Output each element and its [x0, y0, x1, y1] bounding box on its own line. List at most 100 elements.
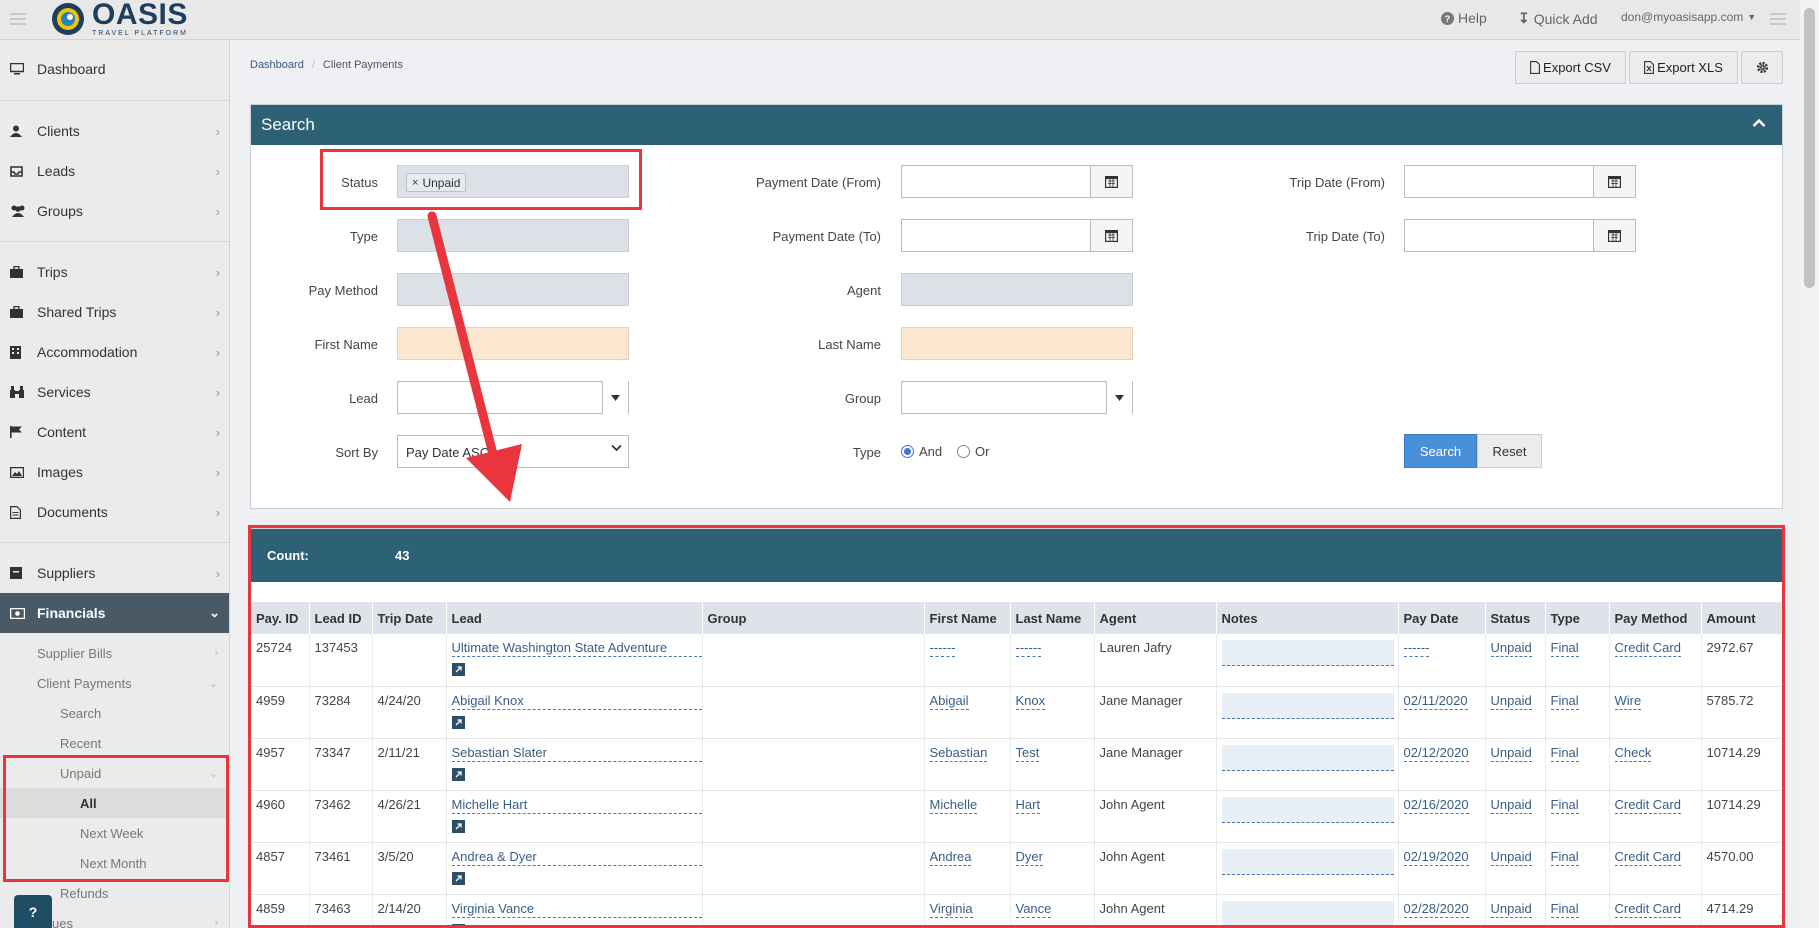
status-link[interactable]: Unpaid: [1490, 640, 1532, 657]
pay-method-link[interactable]: Check: [1614, 744, 1652, 762]
last-name-link[interactable]: Dyer: [1015, 848, 1043, 866]
radio-or[interactable]: Or: [957, 444, 989, 459]
sidebar-item-next-month[interactable]: Next Month: [0, 848, 229, 878]
last-name-link[interactable]: Hart: [1015, 796, 1041, 814]
type-link[interactable]: Final: [1550, 744, 1579, 762]
sidebar-item-shared-trips[interactable]: Shared Trips ›: [0, 292, 229, 332]
status-link[interactable]: Unpaid: [1490, 796, 1532, 814]
chevron-up-icon[interactable]: [1752, 118, 1766, 128]
user-menu[interactable]: don@myoasisapp.com ▼: [1621, 10, 1756, 24]
menu-right-icon[interactable]: [1770, 12, 1786, 26]
pay-date-link[interactable]: 02/12/2020: [1403, 744, 1469, 762]
last-name-link[interactable]: ------: [1015, 640, 1042, 657]
help-button[interactable]: ?: [14, 895, 52, 928]
notes-input[interactable]: [1221, 692, 1394, 719]
pay-date-link[interactable]: 02/19/2020: [1403, 848, 1469, 866]
sidebar-item-accommodation[interactable]: Accommodation ›: [0, 332, 229, 372]
first-name-link[interactable]: ------: [929, 640, 956, 657]
col-header[interactable]: Pay. ID: [251, 602, 310, 634]
last-name-input[interactable]: [901, 327, 1133, 360]
breadcrumb-dashboard[interactable]: Dashboard: [250, 59, 304, 71]
type-select[interactable]: [397, 219, 629, 252]
table-row[interactable]: 4960 73462 4/26/21 Michelle Hart Michelle Har…: [251, 790, 1782, 843]
sidebar-item-unpaid[interactable]: Unpaid ⌄: [0, 758, 229, 788]
col-header[interactable]: Last Name: [1010, 602, 1095, 634]
col-header[interactable]: Agent: [1094, 602, 1217, 634]
type-link[interactable]: Final: [1550, 848, 1579, 866]
sidebar-item-search[interactable]: Search: [0, 698, 229, 728]
sidebar-item-content[interactable]: Content ›: [0, 412, 229, 452]
calendar-icon[interactable]: [1090, 165, 1133, 198]
lead-link[interactable]: Michelle Hart: [451, 797, 701, 814]
first-name-link[interactable]: Abigail: [929, 692, 969, 710]
trip-date-from-input[interactable]: [1404, 165, 1594, 198]
sidebar-item-next-week[interactable]: Next Week: [0, 818, 229, 848]
pay-method-link[interactable]: Wire: [1614, 692, 1642, 710]
notes-input[interactable]: [1221, 744, 1394, 771]
sidebar-item-supplier-bills[interactable]: Supplier Bills ›: [0, 638, 229, 668]
col-header[interactable]: Group: [702, 602, 925, 634]
external-link-icon[interactable]: [451, 871, 465, 885]
table-row[interactable]: 4959 73284 4/24/20 Abigail Knox Abigail Knox J…: [251, 686, 1782, 739]
export-csv-button[interactable]: Export CSV: [1515, 51, 1626, 84]
type-link[interactable]: Final: [1550, 640, 1579, 657]
table-row[interactable]: 25724 137453 Ultimate Washington State Adv…: [251, 634, 1782, 687]
status-select[interactable]: × Unpaid: [397, 165, 629, 198]
lead-select[interactable]: [397, 381, 629, 414]
col-header[interactable]: Amount: [1701, 602, 1782, 634]
col-header[interactable]: Type: [1545, 602, 1610, 634]
pay-method-link[interactable]: Credit Card: [1614, 848, 1681, 866]
notes-input[interactable]: [1221, 848, 1394, 875]
lead-link[interactable]: Ultimate Washington State Adventure: [451, 640, 701, 657]
table-row[interactable]: 4957 73347 2/11/21 Sebastian Slater Sebastia…: [251, 738, 1782, 791]
calendar-icon[interactable]: [1090, 219, 1133, 252]
status-tag[interactable]: × Unpaid: [406, 173, 467, 192]
menu-icon[interactable]: [10, 12, 26, 26]
first-name-link[interactable]: Michelle: [929, 796, 978, 814]
type-link[interactable]: Final: [1550, 796, 1579, 814]
sidebar-item-suppliers[interactable]: Suppliers ›: [0, 553, 229, 593]
export-xls-button[interactable]: Export XLS: [1629, 51, 1738, 84]
group-select[interactable]: [901, 381, 1133, 414]
first-name-input[interactable]: [397, 327, 629, 360]
external-link-icon[interactable]: [451, 819, 465, 833]
quick-add-link[interactable]: ↧ Quick Add: [1518, 10, 1598, 27]
last-name-link[interactable]: Test: [1015, 744, 1040, 762]
lead-link[interactable]: Sebastian Slater: [451, 745, 701, 762]
sidebar-item-trips[interactable]: Trips ›: [0, 252, 229, 292]
radio-and[interactable]: And: [901, 444, 942, 459]
col-header[interactable]: Notes: [1216, 602, 1399, 634]
first-name-link[interactable]: Virginia: [929, 900, 973, 918]
last-name-link[interactable]: Vance: [1015, 900, 1052, 918]
reset-button[interactable]: Reset: [1477, 434, 1542, 468]
lead-link[interactable]: Abigail Knox: [451, 693, 701, 710]
external-link-icon[interactable]: [451, 923, 465, 927]
caret-down-icon[interactable]: [602, 381, 628, 414]
col-header[interactable]: Pay Method: [1609, 602, 1702, 634]
pay-method-select[interactable]: [397, 273, 629, 306]
table-row[interactable]: 4857 73461 3/5/20 Andrea & Dyer Andrea Dyer Jo…: [251, 842, 1782, 895]
pay-method-link[interactable]: Credit Card: [1614, 900, 1681, 918]
external-link-icon[interactable]: [451, 767, 465, 781]
sidebar-item-dashboard[interactable]: Dashboard: [0, 49, 229, 89]
caret-down-icon[interactable]: [1106, 381, 1132, 414]
pay-date-link[interactable]: 02/16/2020: [1403, 796, 1469, 814]
sort-by-select[interactable]: Pay Date ASC: [397, 435, 629, 468]
settings-button[interactable]: [1741, 51, 1783, 84]
type-link[interactable]: Final: [1550, 692, 1579, 710]
col-header[interactable]: First Name: [924, 602, 1011, 634]
col-header[interactable]: Status: [1485, 602, 1546, 634]
brand-logo[interactable]: OASIS TRAVEL PLATFORM: [50, 0, 188, 37]
notes-input[interactable]: [1221, 640, 1394, 666]
sidebar-item-documents[interactable]: Documents ›: [0, 492, 229, 532]
lead-link[interactable]: Virginia Vance: [451, 901, 701, 918]
search-panel-header[interactable]: Search: [251, 105, 1782, 145]
table-row[interactable]: 4859 73463 2/14/20 Virginia Vance Virginia Va…: [251, 894, 1782, 927]
pay-date-link[interactable]: ------: [1403, 640, 1430, 657]
calendar-icon[interactable]: [1593, 219, 1636, 252]
last-name-link[interactable]: Knox: [1015, 692, 1046, 710]
status-link[interactable]: Unpaid: [1490, 692, 1532, 710]
sidebar-item-financials[interactable]: Financials ⌄: [0, 593, 229, 633]
col-header[interactable]: Lead: [446, 602, 703, 634]
sidebar-item-services[interactable]: Services ›: [0, 372, 229, 412]
